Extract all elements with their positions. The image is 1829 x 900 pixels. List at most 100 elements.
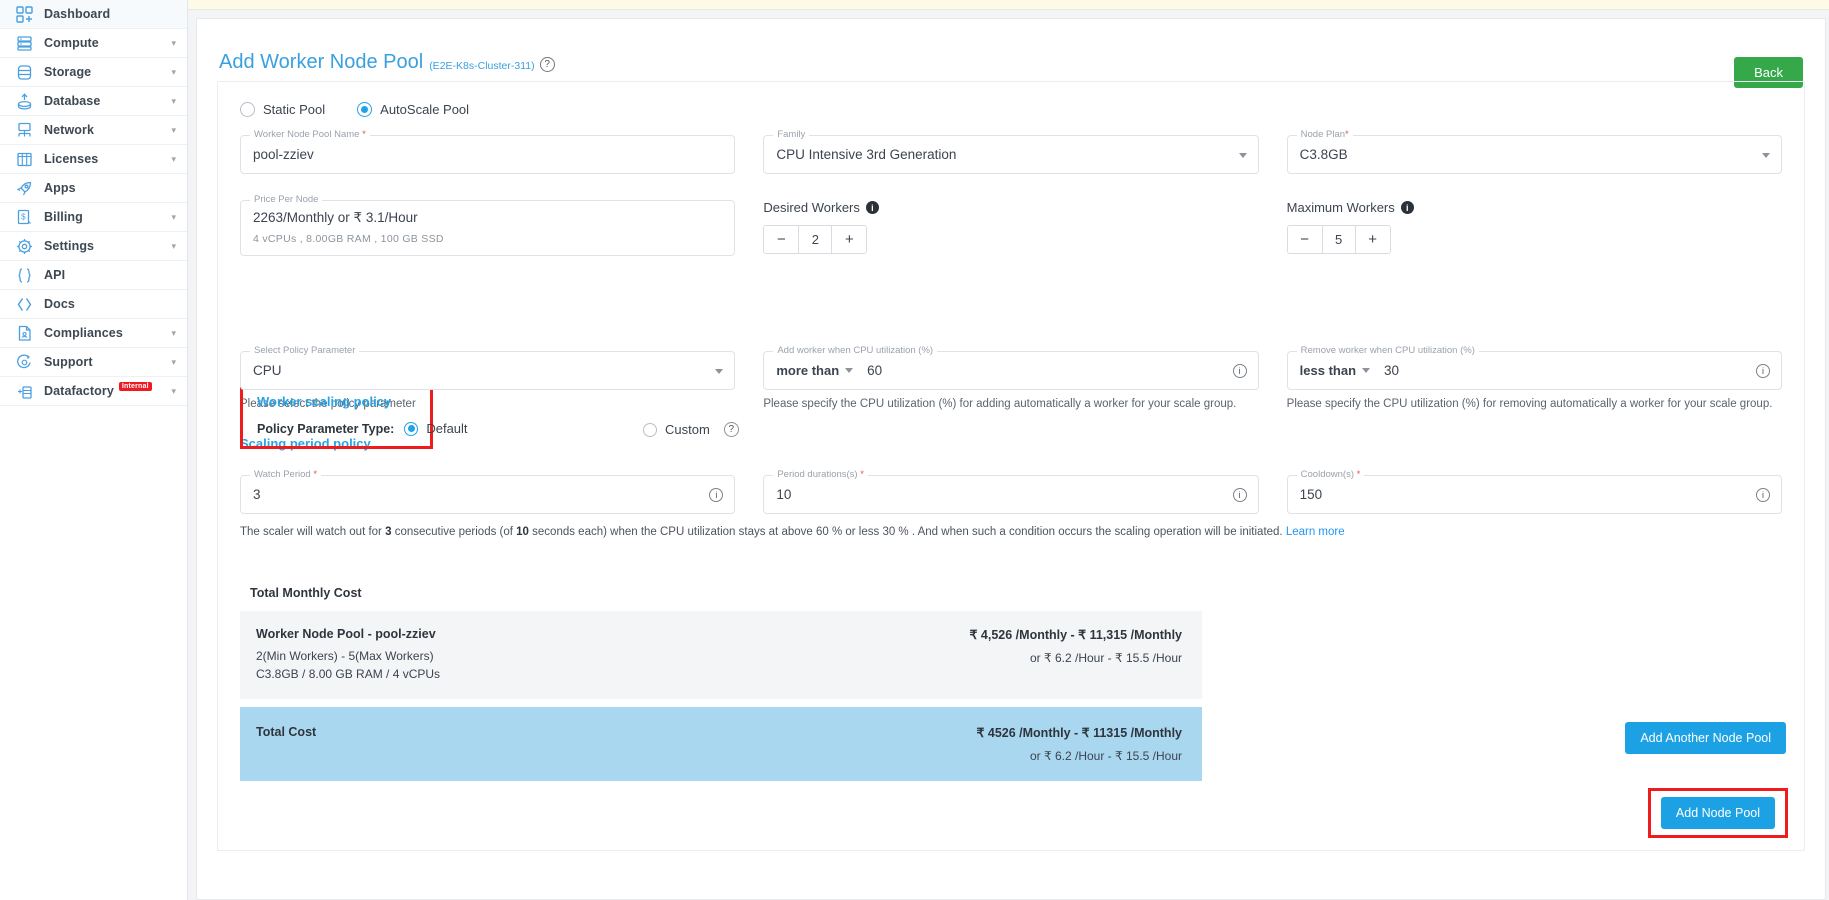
info-icon[interactable]: i — [1232, 363, 1247, 378]
maximum-workers-value[interactable]: 5 — [1321, 226, 1356, 253]
sidebar-item-compliances[interactable]: Compliances ▾ — [0, 319, 187, 348]
scaling-period-fields-row: Watch Period * 3 i Period durations(s) *… — [218, 469, 1804, 514]
cost-pool-monthly: ₹ 4,526 /Monthly - ₹ 11,315 /Monthly — [969, 628, 1183, 642]
pool-type-radio-group: Static Pool AutoScale Pool — [218, 82, 1804, 117]
info-icon[interactable]: i — [1232, 487, 1247, 502]
cost-pool-left: Worker Node Pool - pool-zziev 2(Min Work… — [256, 627, 440, 681]
radio-dot-autoscale — [357, 102, 373, 117]
price-value: 2263/Monthly or ₹ 3.1/Hour — [253, 210, 418, 225]
maximum-workers-minus[interactable]: − — [1287, 226, 1322, 253]
field-col-period-duration: Period durations(s) * 10 i — [763, 469, 1259, 514]
field-legend: Select Policy Parameter — [250, 345, 360, 356]
desired-workers-minus[interactable]: − — [764, 226, 799, 253]
help-icon[interactable]: ? — [723, 422, 739, 437]
sidebar-item-network[interactable]: Network ▾ — [0, 116, 187, 145]
form-row-1: Worker Node Pool Name * pool-zziev Famil… — [218, 129, 1804, 174]
field-legend: Period durations(s) * — [773, 469, 868, 480]
sidebar-item-support[interactable]: Support ▾ — [0, 348, 187, 377]
scaling-period-policy-title: Scaling period policy — [240, 436, 371, 451]
sidebar-item-billing[interactable]: $ Billing ▾ — [0, 203, 187, 232]
cooldown-input[interactable]: Cooldown(s) * 150 i — [1286, 469, 1782, 514]
help-icon[interactable]: ? — [539, 57, 555, 72]
desc-part-3: seconds each) when the CPU utilization s… — [528, 526, 1286, 538]
field-value: CPU Intensive 3rd Generation — [776, 147, 957, 162]
info-icon[interactable]: i — [1755, 363, 1770, 378]
info-icon[interactable]: i — [1755, 487, 1770, 502]
info-icon[interactable]: i — [709, 487, 724, 502]
radio-label-static: Static Pool — [263, 102, 326, 117]
info-icon[interactable]: i — [1400, 201, 1414, 214]
field-legend: Cooldown(s) * — [1296, 469, 1365, 480]
family-select[interactable]: Family CPU Intensive 3rd Generation — [763, 129, 1259, 174]
sidebar-item-storage[interactable]: Storage ▾ — [0, 58, 187, 87]
operator-text: more than — [776, 363, 840, 378]
maximum-workers-label: Maximum Workers i — [1287, 200, 1782, 215]
chevron-down-icon: ▾ — [171, 37, 176, 48]
add-node-pool-button[interactable]: Add Node Pool — [1660, 797, 1775, 829]
top-strip — [188, 0, 1829, 10]
field-legend: Add worker when CPU utilization (%) — [773, 345, 938, 356]
maximum-workers-plus[interactable]: + — [1355, 226, 1390, 253]
field-legend: Node Plan* — [1296, 129, 1353, 140]
sidebar-item-database[interactable]: Database ▾ — [0, 87, 187, 116]
price-per-node-field: Price Per Node 2263/Monthly or ₹ 3.1/Hou… — [240, 194, 736, 256]
radio-autoscale-pool[interactable]: AutoScale Pool — [357, 102, 469, 117]
sidebar-item-api[interactable]: API — [0, 261, 187, 290]
chevron-down-icon: ▾ — [171, 95, 176, 106]
policy-custom-group: Custom ? — [643, 422, 739, 437]
cost-heading: Total Monthly Cost — [250, 586, 362, 600]
remove-worker-operator-select[interactable]: less than — [1299, 363, 1371, 378]
sidebar-item-settings[interactable]: Settings ▾ — [0, 232, 187, 261]
sidebar-item-label: Compute — [44, 36, 99, 50]
cost-total-row: Total Cost ₹ 4526 /Monthly - ₹ 11315 /Mo… — [240, 707, 1202, 781]
add-worker-operator-select[interactable]: more than — [776, 363, 854, 378]
form-panel: Static Pool AutoScale Pool Worker Node P… — [217, 81, 1805, 851]
learn-more-link[interactable]: Learn more — [1286, 526, 1345, 538]
field-col-maximum-workers: Maximum Workers i − 5 + — [1286, 200, 1782, 256]
chevron-down-icon — [1761, 152, 1770, 158]
remove-worker-threshold-field[interactable]: Remove worker when CPU utilization (%) l… — [1286, 345, 1782, 390]
worker-node-pool-name-input[interactable]: Worker Node Pool Name * pool-zziev — [240, 129, 736, 174]
chevron-down-icon: ▾ — [171, 327, 176, 338]
sidebar-item-licenses[interactable]: Licenses ▾ — [0, 145, 187, 174]
watch-period-input[interactable]: Watch Period * 3 i — [240, 469, 736, 514]
radio-policy-default[interactable]: Default — [404, 421, 468, 436]
maximum-workers-stepper[interactable]: − 5 + — [1286, 225, 1391, 254]
code-brackets-icon — [14, 294, 34, 314]
label-text: Desired Workers — [763, 200, 860, 215]
period-duration-input[interactable]: Period durations(s) * 10 i — [763, 469, 1259, 514]
gear-icon — [14, 236, 34, 256]
sidebar-item-label: Licenses — [44, 152, 99, 166]
internal-badge: Internal — [118, 381, 152, 391]
sidebar-item-compute[interactable]: Compute ▾ — [0, 29, 187, 58]
field-value: 3 — [253, 487, 261, 502]
desired-workers-stepper[interactable]: − 2 + — [763, 225, 868, 254]
desired-workers-value[interactable]: 2 — [798, 226, 833, 253]
cloud-database-icon — [14, 91, 34, 111]
sidebar-item-docs[interactable]: Docs — [0, 290, 187, 319]
braces-icon — [14, 265, 34, 285]
add-worker-threshold-field[interactable]: Add worker when CPU utilization (%) more… — [763, 345, 1259, 390]
radio-policy-custom[interactable]: Custom — [643, 422, 710, 437]
chevron-down-icon — [1238, 152, 1247, 158]
desc-period-duration: 10 — [516, 526, 529, 538]
chevron-down-icon: ▾ — [171, 356, 176, 367]
field-col-family: Family CPU Intensive 3rd Generation — [763, 129, 1259, 174]
add-another-node-pool-button[interactable]: Add Another Node Pool — [1625, 722, 1786, 754]
operator-text: less than — [1299, 363, 1357, 378]
radio-label-autoscale: AutoScale Pool — [380, 102, 470, 117]
select-policy-parameter-select[interactable]: Select Policy Parameter CPU — [240, 345, 736, 390]
radio-dot-static — [240, 102, 255, 117]
chevron-down-icon: ▾ — [171, 385, 176, 396]
desired-workers-plus[interactable]: + — [832, 226, 867, 253]
sidebar-item-dashboard[interactable]: Dashboard — [0, 0, 187, 29]
radio-static-pool[interactable]: Static Pool — [240, 102, 325, 117]
info-icon[interactable]: i — [865, 201, 879, 214]
node-plan-select[interactable]: Node Plan* C3.8GB — [1286, 129, 1782, 174]
sidebar-item-label: Network — [44, 123, 95, 137]
page-title: Add Worker Node Pool — [219, 51, 424, 73]
scaling-period-policy-title-wrap: Scaling period policy — [218, 436, 1804, 451]
sidebar-item-datafactory[interactable]: Datafactory Internal ▾ — [0, 377, 187, 406]
cost-section: Total Monthly Cost Worker Node Pool - po… — [218, 586, 1804, 781]
sidebar-item-apps[interactable]: Apps — [0, 174, 187, 203]
